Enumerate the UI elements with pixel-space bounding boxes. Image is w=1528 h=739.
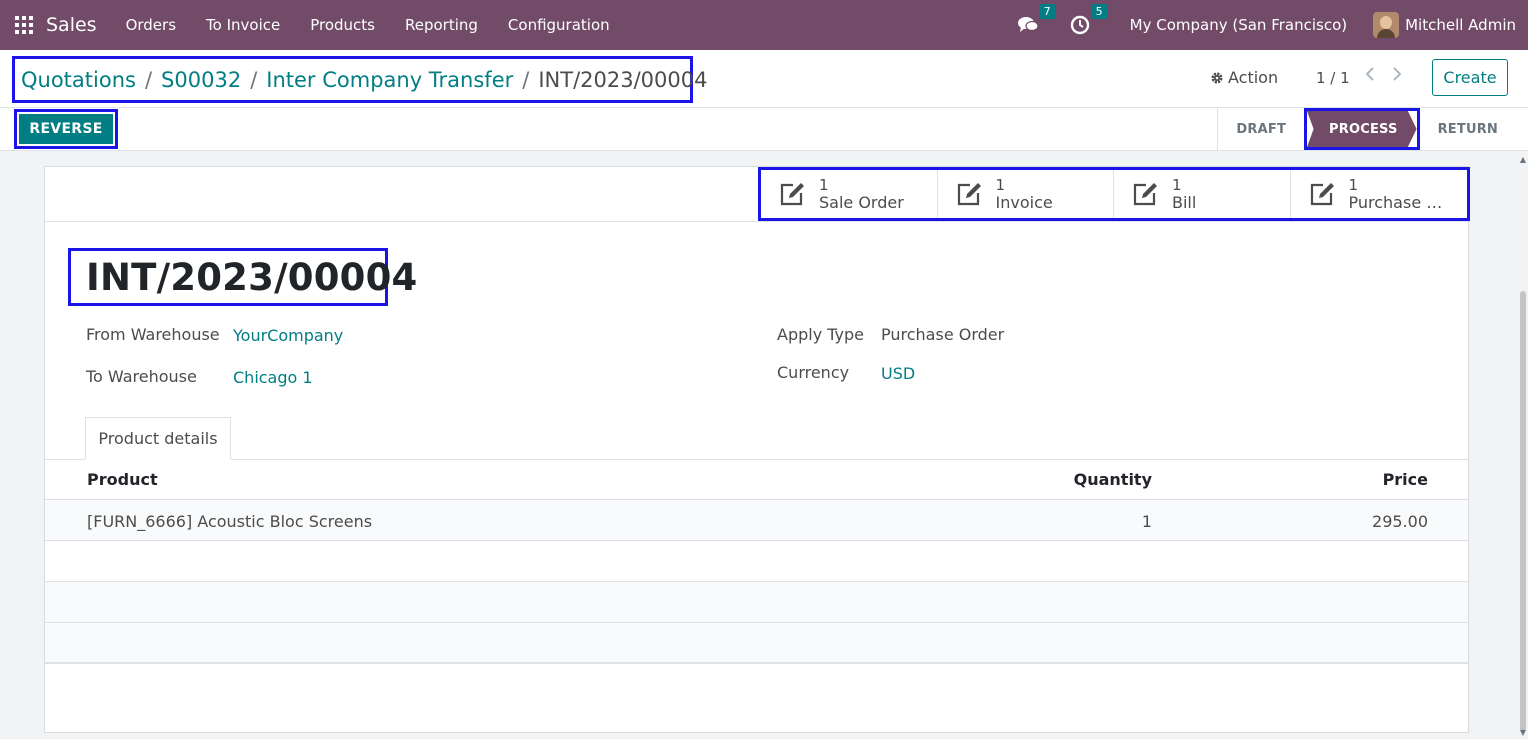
breadcrumb-current: INT/2023/00004 xyxy=(538,67,708,92)
from-warehouse-label: From Warehouse xyxy=(86,325,220,344)
apps-menu-icon[interactable] xyxy=(15,16,33,34)
smart-button-count: 1 xyxy=(819,176,829,194)
to-warehouse-label: To Warehouse xyxy=(86,367,197,386)
chat-icon xyxy=(1017,17,1039,32)
column-header-price[interactable]: Price xyxy=(1383,470,1428,489)
breadcrumb-separator: / xyxy=(522,67,530,92)
status-bar: DRAFT PROCESS RETURN xyxy=(1217,108,1516,150)
page-scrollbar[interactable]: ▲ ▼ xyxy=(1518,151,1528,739)
user-avatar[interactable] xyxy=(1373,12,1400,38)
smart-button-label: Bill xyxy=(1172,194,1197,212)
from-warehouse-value[interactable]: YourCompany xyxy=(233,326,343,345)
smart-button-box: 1 Sale Order 1 Invoice 1 Bill 1 Purchase… xyxy=(45,167,1470,222)
activities-count-badge: 5 xyxy=(1090,4,1108,19)
user-menu[interactable]: Mitchell Admin xyxy=(1405,16,1516,34)
scrollbar-thumb[interactable] xyxy=(1520,291,1526,731)
edit-icon xyxy=(957,183,981,206)
currency-value[interactable]: USD xyxy=(881,364,915,383)
table-header: Product Quantity Price xyxy=(45,459,1468,500)
product-table: Product Quantity Price [FURN_6666] Acous… xyxy=(45,459,1468,664)
record-title: INT/2023/00004 xyxy=(86,255,418,299)
chevron-left-icon xyxy=(1365,67,1374,81)
table-row-empty xyxy=(45,623,1468,664)
activities-button[interactable]: 5 xyxy=(1068,4,1108,37)
pager-value[interactable]: 1 / 1 xyxy=(1316,69,1350,87)
form-sheet: 1 Sale Order 1 Invoice 1 Bill 1 Purchase… xyxy=(44,166,1470,733)
menu-products[interactable]: Products xyxy=(295,16,390,34)
edit-icon xyxy=(1133,183,1157,206)
column-header-quantity[interactable]: Quantity xyxy=(1074,470,1152,489)
edit-icon xyxy=(780,183,804,206)
breadcrumb-inter-company-transfer[interactable]: Inter Company Transfer xyxy=(266,68,513,92)
clock-icon xyxy=(1070,15,1089,35)
chevron-right-icon xyxy=(1393,67,1402,81)
reverse-button[interactable]: REVERSE xyxy=(19,114,113,144)
record-title-highlight: INT/2023/00004 xyxy=(68,248,417,306)
top-navbar: Sales Orders To Invoice Products Reporti… xyxy=(0,0,1528,50)
create-button[interactable]: Create xyxy=(1432,59,1508,96)
apply-type-label: Apply Type xyxy=(777,325,865,344)
smart-button-bill[interactable]: 1 Bill xyxy=(1114,170,1291,218)
smart-button-label: Invoice xyxy=(995,194,1053,212)
menu-configuration[interactable]: Configuration xyxy=(493,16,625,34)
reverse-button-highlight: REVERSE xyxy=(14,109,118,149)
breadcrumb-quotations[interactable]: Quotations xyxy=(21,68,136,92)
messages-button[interactable]: 7 xyxy=(1016,4,1056,37)
breadcrumb-sale-order[interactable]: S00032 xyxy=(161,68,241,92)
action-menu-button[interactable]: Action xyxy=(1210,68,1278,87)
breadcrumb-separator: / xyxy=(250,67,258,92)
smart-button-invoice[interactable]: 1 Invoice xyxy=(938,170,1114,218)
form-statusbar-row: REVERSE DRAFT PROCESS RETURN xyxy=(0,107,1528,151)
scroll-down-icon[interactable]: ▼ xyxy=(1520,728,1526,737)
apply-type-value[interactable]: Purchase Order xyxy=(881,325,1004,344)
cell-quantity: 1 xyxy=(1141,512,1152,531)
table-row-empty xyxy=(45,582,1468,623)
table-row[interactable]: [FURN_6666] Acoustic Bloc Screens 1 295.… xyxy=(45,500,1468,541)
smart-button-purchase-order[interactable]: 1 Purchase Order xyxy=(1291,170,1468,218)
smart-button-count: 1 xyxy=(1348,176,1359,194)
app-brand[interactable]: Sales xyxy=(46,14,97,36)
smart-button-sale-order[interactable]: 1 Sale Order xyxy=(761,170,938,218)
smart-button-label: Sale Order xyxy=(819,194,904,212)
stage-process[interactable]: PROCESS xyxy=(1307,111,1417,147)
menu-to-invoice[interactable]: To Invoice xyxy=(191,16,295,34)
stage-draft[interactable]: DRAFT xyxy=(1218,108,1304,150)
currency-label: Currency xyxy=(777,363,850,382)
smart-button-count: 1 xyxy=(1172,176,1182,194)
messages-count-badge: 7 xyxy=(1038,4,1056,19)
smart-button-label: Purchase Order xyxy=(1348,194,1453,212)
menu-reporting[interactable]: Reporting xyxy=(390,16,493,34)
breadcrumb: Quotations / S00032 / Inter Company Tran… xyxy=(12,56,707,103)
stage-return[interactable]: RETURN xyxy=(1420,108,1516,150)
cell-product: [FURN_6666] Acoustic Bloc Screens xyxy=(87,512,373,531)
smart-button-count: 1 xyxy=(995,176,1006,194)
cell-price: 295.00 xyxy=(1372,512,1428,531)
menu-orders[interactable]: Orders xyxy=(111,16,191,34)
control-panel: Quotations / S00032 / Inter Company Tran… xyxy=(0,50,1528,151)
tab-product-details[interactable]: Product details xyxy=(85,417,231,460)
scroll-up-icon[interactable]: ▲ xyxy=(1520,155,1526,164)
table-row-empty xyxy=(45,541,1468,582)
company-switcher[interactable]: My Company (San Francisco) xyxy=(1130,16,1347,34)
action-label: Action xyxy=(1228,68,1279,87)
smart-buttons-highlight: 1 Sale Order 1 Invoice 1 Bill 1 Purchase… xyxy=(758,167,1470,221)
edit-icon xyxy=(1310,183,1334,206)
pager-next-button[interactable] xyxy=(1391,66,1403,87)
column-header-product[interactable]: Product xyxy=(87,470,158,489)
gear-icon xyxy=(1211,72,1223,83)
to-warehouse-value[interactable]: Chicago 1 xyxy=(233,368,313,387)
stage-process-highlight: PROCESS xyxy=(1304,108,1420,150)
breadcrumb-separator: / xyxy=(144,67,153,92)
pager-previous-button[interactable] xyxy=(1364,66,1376,87)
